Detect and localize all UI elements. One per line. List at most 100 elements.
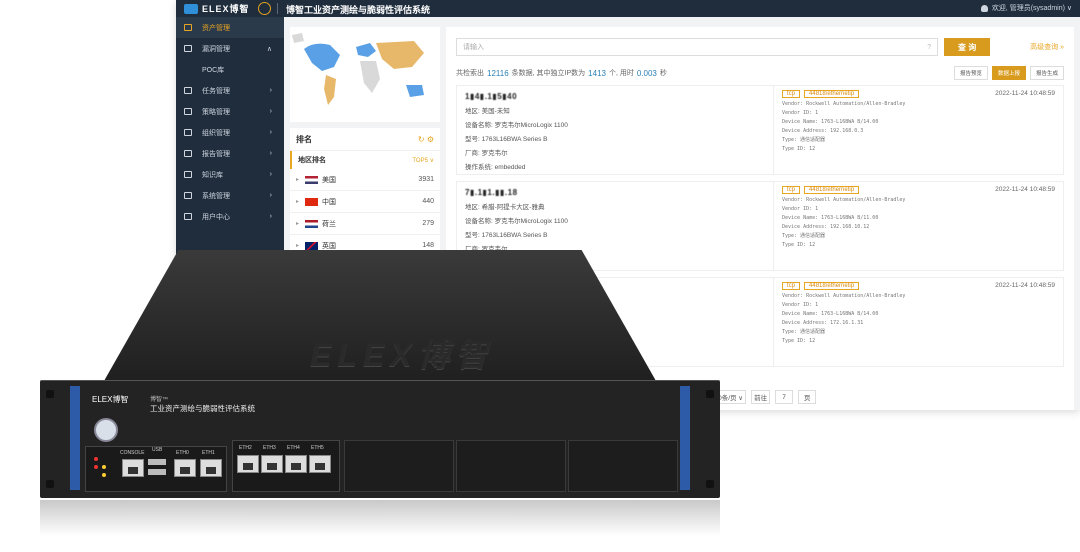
result-model: 型号: 1763L16BWA Series B [465, 232, 548, 239]
banner-text: Vendor: Rockwell Automation/Allen-Bradle… [782, 196, 1055, 250]
stats-mid2: 个, 用时 [608, 70, 634, 77]
gear-icon [184, 192, 192, 199]
led-yellow [102, 465, 106, 469]
protocol-tag: 44818/ethernetip [804, 282, 860, 290]
ranking-title: 排名 [296, 134, 312, 144]
led-red [94, 457, 98, 461]
help-icon[interactable]: ? [927, 44, 931, 51]
logo-mark-icon [184, 3, 198, 14]
sidebar-item[interactable]: 资产管理 [176, 17, 284, 38]
country-name: 荷兰 [322, 220, 337, 228]
rack-ear-right [680, 386, 690, 490]
banner-line: Device Address: 172.16.1.31 [782, 320, 864, 326]
ranking-row[interactable]: ▸ 中国 440 [290, 191, 440, 213]
chevron-icon: › [269, 150, 272, 157]
protocol-tag: tcp [782, 90, 801, 98]
result-card[interactable]: 1▮4▮.1▮5▮40 地区: 美国-未知设备名称: 罗克韦尔MicroLogix… [456, 85, 1064, 175]
search-row: 请输入 ? 查 询 高级查询 » [456, 35, 1064, 59]
stats-total: 12116 [487, 68, 509, 78]
sidebar-item[interactable]: 策略管理 › [176, 101, 284, 122]
top-select[interactable]: TOP5 ∨ [412, 157, 434, 164]
banner-line: Type: 通信适配器 [782, 233, 826, 239]
map-region-north-america [304, 43, 340, 71]
us-flag-icon [305, 175, 319, 184]
banner-line: Vendor: Rockwell Automation/Allen-Bradle… [782, 293, 906, 299]
sidebar-item-label: 系统管理 [202, 192, 230, 200]
sidebar-item[interactable]: 知识库 › [176, 164, 284, 185]
sidebar-item-label: 报告管理 [202, 150, 230, 158]
sidebar-item[interactable]: 用户中心 › [176, 206, 284, 227]
result-detail: tcp 44818/ethernetip 2022-11-24 10:48:59 Ve… [773, 86, 1063, 174]
map-region-south-america [324, 75, 336, 105]
sidebar-item[interactable]: 报告管理 › [176, 143, 284, 164]
banner-line: Vendor ID: 1 [782, 206, 819, 212]
report-preview-button[interactable]: 报告预览 [953, 66, 988, 80]
policy-icon [184, 108, 192, 115]
map-region-africa [360, 61, 380, 93]
result-detail: tcp 44818/ethernetip 2022-11-24 10:48:59 Ve… [773, 182, 1063, 270]
sidebar-item[interactable]: 漏洞管理 ∧ [176, 38, 284, 59]
port-label-usb: USB [152, 447, 163, 453]
map-region-arctic [292, 33, 304, 43]
ranking-row[interactable]: ▸ 美国 3931 [290, 169, 440, 191]
mount-hole [706, 390, 714, 398]
export-data-button[interactable]: 数据上报 [991, 66, 1026, 80]
book-icon [184, 171, 192, 178]
front-title-small: 博智™ [150, 397, 169, 403]
banner-line: Type: 通信适配器 [782, 329, 826, 335]
sidebar-item[interactable]: POC库 [176, 59, 284, 80]
result-region: 地区: 希腊-阿提卡大区-雅典 [465, 204, 545, 211]
banner-line: Type: 通信适配器 [782, 137, 826, 143]
sidebar-item[interactable]: 组织管理 › [176, 122, 284, 143]
banner-line: Vendor: Rockwell Automation/Allen-Bradle… [782, 101, 906, 107]
query-button[interactable]: 查 询 [944, 38, 991, 56]
world-map[interactable] [290, 27, 440, 122]
result-ip[interactable]: 1▮4▮.1▮5▮40 [465, 92, 765, 101]
caret-right-icon: ▸ [296, 177, 300, 183]
port-label-eth1: ETH1 [202, 450, 215, 456]
task-icon [184, 87, 192, 94]
caret-right-icon: ▸ [296, 243, 300, 249]
sidebar-item-label: 用户中心 [202, 213, 230, 221]
blank-slot [344, 440, 454, 492]
eth2-port [237, 455, 259, 473]
ranking-row[interactable]: ▸ 荷兰 279 [290, 213, 440, 235]
user-greeting[interactable]: 欢迎, 管理员(sysadmin) ∨ [992, 3, 1072, 13]
chevron-icon: › [269, 87, 272, 94]
brand-badge-icon [258, 2, 271, 15]
sidebar-item-label: POC库 [202, 66, 225, 74]
result-os: 操作系统: embedded [465, 164, 526, 171]
country-name: 美国 [322, 176, 337, 184]
result-region: 地区: 美国-未知 [465, 108, 510, 115]
goto-input[interactable]: 7 [775, 390, 794, 404]
result-device-name: 设备名称: 罗克韦尔MicroLogix 1100 [465, 122, 568, 129]
stats-unique-ip: 1413 [588, 68, 606, 78]
sidebar-item[interactable]: 任务管理 › [176, 80, 284, 101]
banner-line: Type ID: 12 [782, 338, 816, 344]
nl-flag-icon [305, 219, 319, 228]
goto-label: 前往 [751, 390, 771, 404]
protocol-tag: tcp [782, 186, 801, 194]
sidebar-item-label: 策略管理 [202, 108, 230, 116]
sidebar-item-label: 组织管理 [202, 129, 230, 137]
eth1-port [200, 459, 222, 477]
report-generate-button[interactable]: 报告生成 [1029, 66, 1064, 80]
usb-port [148, 459, 166, 465]
banner-line: Device Address: 192.168.10.12 [782, 224, 870, 230]
refresh-icon[interactable]: ↻ ⚙ [418, 135, 434, 144]
chevron-icon: ∧ [266, 45, 272, 53]
hardware-appliance: ELEX博智 ELEX博智 博智™ 工业资产测绘与脆弱性评估系统 CONSOLE… [40, 250, 720, 540]
result-summary: 1▮4▮.1▮5▮40 地区: 美国-未知设备名称: 罗克韦尔MicroLogix… [457, 86, 773, 174]
appliance-top-cover: ELEX博智 [100, 250, 660, 388]
sidebar-item-label: 任务管理 [202, 87, 230, 95]
port-label-eth2: ETH2 [239, 445, 252, 451]
advanced-search-link[interactable]: 高级查询 » [990, 42, 1064, 52]
user-menu[interactable]: 欢迎, 管理员(sysadmin) ∨ [980, 3, 1072, 13]
eth4-port [285, 455, 307, 473]
result-device-name: 设备名称: 罗克韦尔MicroLogix 1100 [465, 218, 568, 225]
result-ip[interactable]: 7▮.1▮1.▮▮.18 [465, 188, 765, 197]
search-input[interactable]: 请输入 ? [456, 38, 939, 56]
cn-flag-icon [305, 197, 319, 206]
sidebar-item[interactable]: 系统管理 › [176, 185, 284, 206]
stats-suffix: 秒 [659, 70, 667, 77]
